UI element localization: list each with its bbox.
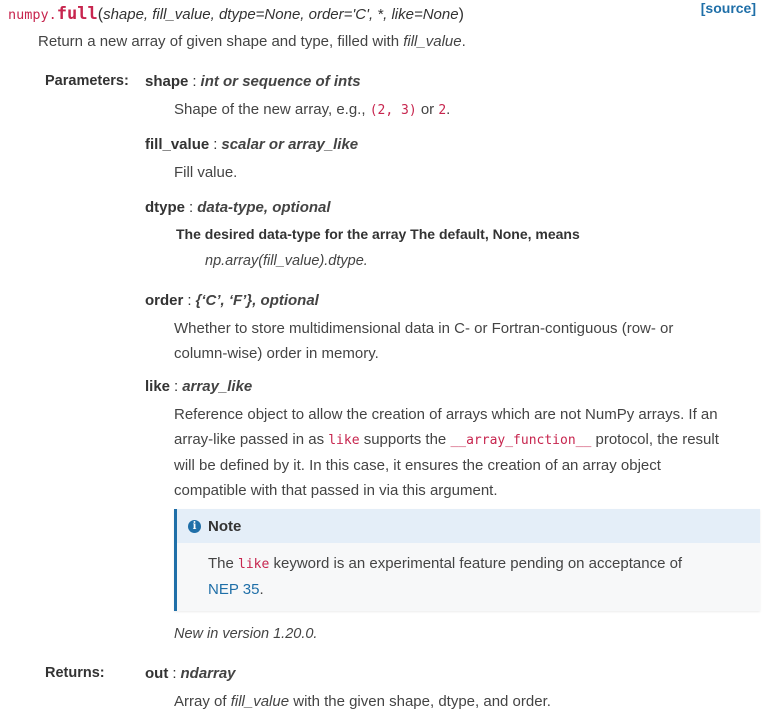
note-text: The [208,555,239,572]
param-shape: shape: int or sequence of ints [145,73,361,90]
note-text: keyword is an experimental feature pendi… [269,555,683,572]
note-header: i Note [177,509,760,543]
desc-em: fill_value [230,693,290,710]
param-dtype: dtype: data-type, optional [145,199,331,216]
param-name: order [145,292,184,309]
return-out: out: ndarray [145,665,236,682]
desc-text: protocol, the result [591,431,719,448]
param-type: scalar or array_like [221,136,359,153]
param-sep: : [192,73,197,90]
param-order: order: {‘C’, ‘F’}, optional [145,292,319,309]
param-sep: : [189,199,194,216]
summary: Return a new array of given shape and ty… [38,33,466,50]
summary-text: Return a new array of given shape and ty… [38,33,404,50]
shape-description: Shape of the new array, e.g., (2, 3) or … [174,97,754,123]
note-text: . [259,581,264,598]
module-name: numpy. [8,7,57,23]
parameters-label: Parameters: [45,73,129,89]
order-description: Whether to store multidimensional data i… [174,316,754,366]
code-literal: __array_function__ [450,433,592,448]
return-sep: : [172,665,177,682]
close-paren: ) [458,6,464,23]
desc-line: array-like passed in as like supports th… [174,427,754,453]
dtype-description: The desired data-type for the array The … [176,226,580,242]
desc-line: compatible with that passed in via this … [174,482,498,499]
desc-text: . [446,101,451,118]
param-name: fill_value [145,136,210,153]
code-literal: (2, 3) [369,103,417,118]
code-literal: 2 [438,103,447,118]
desc-text: Array of [174,693,231,710]
note-admonition: i Note The like keyword is an experiment… [174,509,760,611]
code-literal: like [238,557,270,572]
desc-line: Reference object to allow the creation o… [174,406,718,423]
like-description: Reference object to allow the creation o… [174,402,754,503]
return-type: ndarray [180,665,236,682]
param-type: array_like [182,378,253,395]
desc-text: with the given shape, dtype, and order. [289,693,551,710]
param-like: like: array_like [145,378,252,395]
note-body: The like keyword is an experimental feat… [177,543,760,602]
summary-em: fill_value [403,33,462,50]
function-signature: numpy.full(shape, fill_value, dtype=None… [8,4,464,24]
signature-params: shape, fill_value, dtype=None, order='C'… [103,6,459,23]
note-title: Note [208,517,242,535]
return-name: out [145,665,169,682]
param-sep: : [174,378,179,395]
param-sep: : [187,292,192,309]
param-type: data-type, optional [197,199,331,216]
desc-text: array-like passed in as [174,431,329,448]
param-sep: : [213,136,218,153]
function-name: full [56,4,98,24]
dtype-default-tail: . [363,253,368,269]
dtype-default: np.array(fill_value).dtype. [205,253,368,269]
desc-text: supports the [359,431,451,448]
desc-text: or [416,101,439,118]
summary-suffix: . [461,33,466,50]
dtype-default-expr: np.array(fill_value).dtype [205,253,364,269]
param-fill-value: fill_value: scalar or array_like [145,136,358,153]
returns-label: Returns: [45,665,105,681]
param-name: like [145,378,171,395]
return-description: Array of fill_value with the given shape… [174,689,754,714]
desc-line: column-wise) order in memory. [174,345,379,362]
fill-value-description: Fill value. [174,164,238,181]
param-name: dtype [145,199,186,216]
desc-text: Shape of the new array, e.g., [174,101,370,118]
param-type: {‘C’, ‘F’}, optional [195,292,319,309]
param-name: shape [145,73,189,90]
info-icon: i [188,519,201,533]
source-link[interactable]: [source] [701,0,756,16]
version-added: New in version 1.20.0. [174,626,318,642]
param-type: int or sequence of ints [200,73,361,90]
nep35-link[interactable]: NEP 35 [208,581,259,598]
code-literal: like [328,433,360,448]
desc-line: will be defined by it. In this case, it … [174,457,661,474]
desc-line: Whether to store multidimensional data i… [174,320,674,337]
